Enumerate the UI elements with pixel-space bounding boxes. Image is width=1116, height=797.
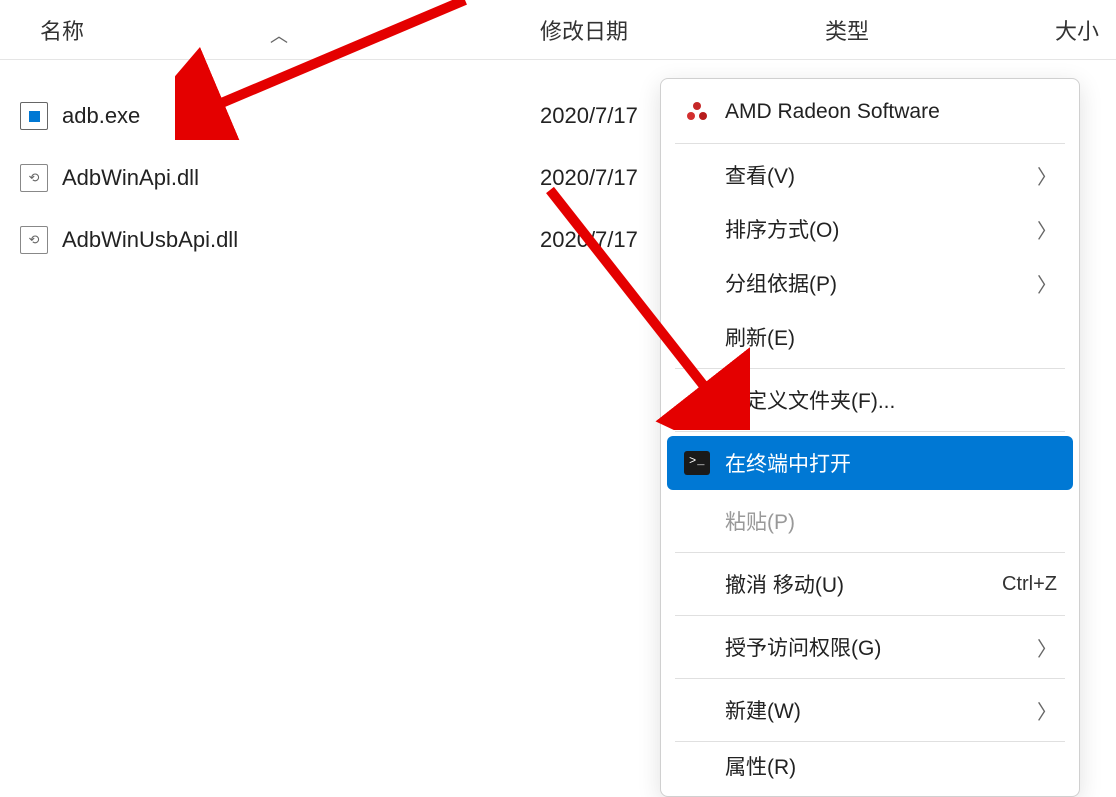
context-menu: AMD Radeon Software 查看(V) 〉 排序方式(O) 〉 分组… (660, 78, 1080, 797)
menu-separator (675, 552, 1065, 553)
menu-label: 查看(V) (725, 160, 1037, 190)
file-date: 2020/7/17 (540, 103, 638, 128)
menu-label: AMD Radeon Software (725, 100, 1057, 124)
menu-label: 自定义文件夹(F)... (725, 385, 1057, 415)
menu-label: 刷新(E) (725, 322, 1057, 352)
menu-separator (675, 741, 1065, 742)
menu-item-paste: 粘贴(P) (667, 494, 1073, 548)
chevron-right-icon: 〉 (1037, 269, 1057, 298)
chevron-right-icon: 〉 (1037, 696, 1057, 725)
menu-item-customize[interactable]: 自定义文件夹(F)... (667, 373, 1073, 427)
file-date: 2020/7/17 (540, 165, 638, 190)
menu-item-sort[interactable]: 排序方式(O) 〉 (667, 202, 1073, 256)
header-type[interactable]: 类型 (815, 14, 1045, 46)
menu-separator (675, 431, 1065, 432)
menu-label: 撤消 移动(U) (725, 569, 1002, 599)
file-name: AdbWinApi.dll (62, 165, 199, 191)
menu-label: 新建(W) (725, 695, 1037, 725)
dll-icon (20, 226, 48, 254)
menu-shortcut: Ctrl+Z (1002, 573, 1057, 596)
menu-item-properties[interactable]: 属性(R) (667, 746, 1073, 786)
column-headers: 名称 ︿ 修改日期 类型 大小 (0, 0, 1116, 60)
menu-separator (675, 678, 1065, 679)
menu-separator (675, 368, 1065, 369)
menu-label: 粘贴(P) (725, 506, 1057, 536)
header-name[interactable]: 名称 ︿ (0, 14, 520, 46)
menu-item-amd[interactable]: AMD Radeon Software (667, 85, 1073, 139)
menu-label: 属性(R) (725, 751, 1057, 781)
terminal-icon (679, 451, 715, 475)
menu-label: 在终端中打开 (725, 448, 1057, 478)
menu-item-group[interactable]: 分组依据(P) 〉 (667, 256, 1073, 310)
menu-separator (675, 143, 1065, 144)
header-name-label: 名称 (40, 14, 84, 46)
amd-icon (679, 99, 715, 125)
chevron-right-icon: 〉 (1037, 633, 1057, 662)
menu-label: 分组依据(P) (725, 268, 1037, 298)
sort-chevron-icon: ︿ (270, 22, 288, 48)
menu-item-refresh[interactable]: 刷新(E) (667, 310, 1073, 364)
header-date[interactable]: 修改日期 (520, 14, 815, 46)
header-size-label: 大小 (1055, 19, 1099, 44)
file-date: 2020/7/17 (540, 227, 638, 252)
header-date-label: 修改日期 (540, 19, 628, 44)
file-name: adb.exe (62, 103, 140, 129)
file-name: AdbWinUsbApi.dll (62, 227, 238, 253)
menu-label: 排序方式(O) (725, 214, 1037, 244)
exe-icon (20, 102, 48, 130)
menu-separator (675, 615, 1065, 616)
dll-icon (20, 164, 48, 192)
menu-item-undo[interactable]: 撤消 移动(U) Ctrl+Z (667, 557, 1073, 611)
menu-item-new[interactable]: 新建(W) 〉 (667, 683, 1073, 737)
chevron-right-icon: 〉 (1037, 161, 1057, 190)
header-size[interactable]: 大小 (1045, 14, 1116, 46)
header-type-label: 类型 (825, 19, 869, 44)
chevron-right-icon: 〉 (1037, 215, 1057, 244)
menu-item-open-terminal[interactable]: 在终端中打开 (667, 436, 1073, 490)
menu-label: 授予访问权限(G) (725, 632, 1037, 662)
menu-item-grant-access[interactable]: 授予访问权限(G) 〉 (667, 620, 1073, 674)
menu-item-view[interactable]: 查看(V) 〉 (667, 148, 1073, 202)
